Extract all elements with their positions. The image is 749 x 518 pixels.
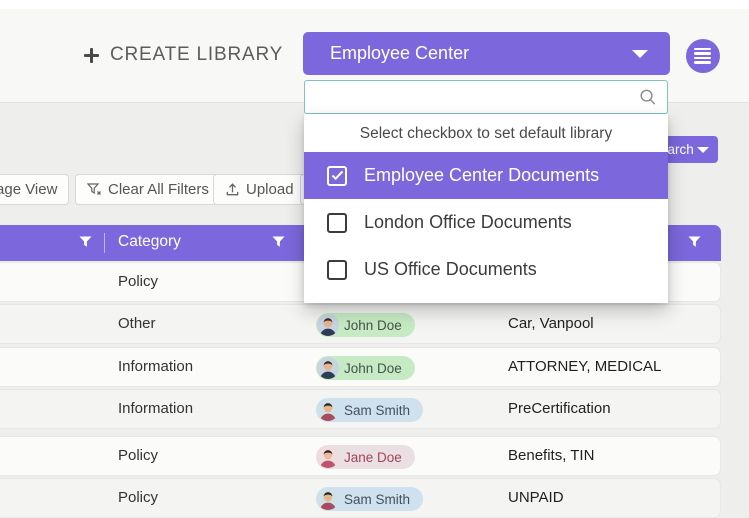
create-library-label: CREATE LIBRARY: [110, 44, 284, 65]
avatar: [317, 488, 339, 510]
plus-icon: [84, 47, 99, 63]
assignee-name: John Doe: [344, 317, 402, 333]
clear-all-filters-label: Clear All Filters: [108, 181, 209, 198]
table-row[interactable]: Policy Sam Smith UNPAID: [0, 478, 721, 518]
page-view-label: Page View: [0, 181, 58, 198]
avatar: [317, 357, 339, 379]
create-library-button[interactable]: CREATE LIBRARY: [84, 44, 283, 66]
dropdown-caption: Select checkbox to set default library: [359, 125, 613, 142]
category-cell: Information: [118, 358, 194, 375]
assignee-name: Sam Smith: [344, 402, 411, 418]
library-option[interactable]: Employee Center Documents: [304, 152, 668, 199]
assignee-badge: Sam Smith: [316, 487, 424, 511]
library-dropdown-panel: Select checkbox to set default library E…: [304, 80, 668, 303]
menu-button[interactable]: [686, 39, 720, 73]
column-header-category: Category: [118, 233, 181, 250]
chevron-down-icon: [697, 147, 709, 153]
assignee-badge: John Doe: [316, 356, 415, 380]
assignee-badge: John Doe: [316, 313, 415, 337]
checkbox[interactable]: [327, 259, 347, 280]
keywords-cell: ATTORNEY, MEDICAL: [508, 358, 662, 375]
library-options-list: Employee Center Documents London Office …: [304, 152, 668, 293]
library-option-label: Employee Center Documents: [364, 165, 600, 185]
upload-button[interactable]: Upload: [213, 174, 306, 205]
assignee-badge: Sam Smith: [316, 398, 424, 422]
assignee-badge: Jane Doe: [316, 445, 415, 469]
assignee-name: Jane Doe: [344, 449, 402, 465]
page-view-button[interactable]: Page View: [0, 174, 70, 205]
category-cell: Other: [118, 315, 156, 332]
library-selector-dropdown[interactable]: Employee Center: [303, 32, 670, 75]
filter-icon-col1[interactable]: [79, 236, 92, 248]
avatar: [317, 399, 339, 421]
keywords-cell: Benefits, TIN: [508, 447, 595, 464]
library-option[interactable]: US Office Documents: [304, 246, 668, 293]
chevron-down-icon: [632, 50, 648, 58]
filter-icon-category[interactable]: [272, 236, 285, 248]
table-row[interactable]: Information John Doe ATTORNEY, MEDICAL: [0, 347, 721, 387]
category-cell: Policy: [118, 489, 159, 506]
window-top-strip: [0, 0, 749, 9]
keywords-cell: UNPAID: [508, 489, 564, 506]
keywords-cell: Car, Vanpool: [508, 315, 594, 332]
assignee-name: Sam Smith: [344, 491, 411, 507]
category-cell: Information: [118, 400, 194, 417]
upload-icon: [226, 183, 239, 196]
filter-icon-col4[interactable]: [688, 236, 701, 248]
library-option[interactable]: London Office Documents: [304, 199, 668, 246]
library-search-input[interactable]: [304, 80, 668, 114]
search-icon: [640, 89, 656, 105]
library-option-label: London Office Documents: [364, 212, 572, 232]
library-option-label: US Office Documents: [364, 259, 537, 279]
category-cell: Policy: [118, 273, 159, 290]
avatar: [317, 314, 339, 336]
table-row[interactable]: Other John Doe Car, Vanpool: [0, 304, 721, 344]
table-row[interactable]: Information Sam Smith PreCertification: [0, 389, 721, 429]
checkbox[interactable]: [327, 165, 347, 186]
clear-all-filters-button[interactable]: Clear All Filters: [75, 174, 221, 205]
list-menu-icon: [694, 48, 711, 66]
table-row[interactable]: Policy Jane Doe Benefits, TIN: [0, 436, 721, 476]
upload-label: Upload: [246, 181, 294, 198]
avatar: [317, 446, 339, 468]
filter-clear-icon: [87, 182, 101, 195]
checkbox[interactable]: [327, 212, 347, 233]
assignee-name: John Doe: [344, 360, 402, 376]
column-divider: [104, 233, 105, 253]
keywords-cell: PreCertification: [508, 400, 611, 417]
library-selector-value: Employee Center: [330, 43, 470, 63]
category-cell: Policy: [118, 447, 159, 464]
